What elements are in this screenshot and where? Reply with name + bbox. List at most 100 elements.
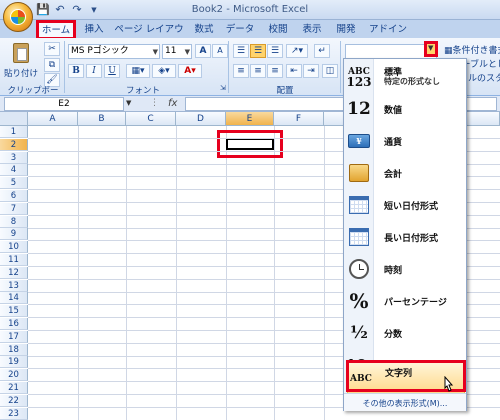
tab-review[interactable]: 校閲 <box>264 22 292 38</box>
tab-page-layout[interactable]: ページ レイアウト <box>112 22 186 51</box>
menu-item-general[interactable]: ABC 123 標準 特定の形式なし <box>344 61 466 93</box>
merge-cells-icon[interactable]: ◫ <box>322 64 338 78</box>
grow-font-button[interactable]: A <box>195 44 211 58</box>
fill-color-icon[interactable]: ◈▾ <box>152 64 176 78</box>
font-size-combo[interactable]: 11 ▼ <box>162 44 192 59</box>
row-header[interactable]: 21 <box>0 382 28 394</box>
dialog-launcher-icon[interactable]: ⇲ <box>220 84 226 92</box>
chevron-down-icon[interactable]: ▼ <box>126 99 131 107</box>
border-icon[interactable]: ▦▾ <box>126 64 150 78</box>
accounting-icon <box>346 159 372 187</box>
name-box-value: E2 <box>58 99 70 109</box>
name-box-splitter[interactable]: ⋮ <box>150 98 159 108</box>
align-top-icon[interactable]: ☰ <box>233 44 249 58</box>
row-header[interactable]: 5 <box>0 177 28 190</box>
font-name-value: MS Pゴシック <box>71 46 129 56</box>
row-header[interactable]: 3 <box>0 151 28 164</box>
bold-button[interactable]: B <box>68 64 84 78</box>
tab-data[interactable]: データ <box>222 22 258 38</box>
group-divider <box>228 41 229 93</box>
grid-line <box>324 126 325 420</box>
tab-addins[interactable]: アドイン <box>366 22 410 38</box>
tab-developer[interactable]: 開発 <box>332 22 360 38</box>
menu-item-percentage[interactable]: % パーセンテージ <box>344 285 466 317</box>
row-header[interactable]: 1 <box>0 126 28 138</box>
italic-button[interactable]: I <box>86 64 102 78</box>
row-header[interactable]: 16 <box>0 318 28 330</box>
align-left-icon[interactable]: ≡ <box>233 64 249 78</box>
name-box[interactable]: E2 <box>4 97 124 111</box>
font-size-value: 11 <box>165 46 177 56</box>
tab-view[interactable]: 表示 <box>298 22 326 38</box>
row-header[interactable]: 23 <box>0 407 28 420</box>
row-header[interactable]: 7 <box>0 202 28 215</box>
row-header[interactable]: 13 <box>0 279 28 292</box>
row-header[interactable]: 19 <box>0 356 28 369</box>
shrink-font-button[interactable]: A <box>212 44 228 58</box>
wrap-text-icon[interactable]: ↵ <box>314 44 330 58</box>
menu-item-label: 短い日付形式 <box>384 202 439 212</box>
number-format-dropdown-button[interactable]: ▼ <box>424 41 438 57</box>
menu-item-label: 数値 <box>384 106 403 116</box>
office-button[interactable] <box>3 2 33 32</box>
align-center-icon[interactable]: ≡ <box>250 64 266 78</box>
align-middle-icon[interactable]: ☰ <box>250 44 266 58</box>
menu-item-fraction[interactable]: ½ 分数 <box>344 317 466 349</box>
more-number-formats[interactable]: その他の表示形式(M)... <box>344 393 466 411</box>
decrease-indent-icon[interactable]: ⇤ <box>286 64 302 78</box>
menu-item-label: パーセンテージ <box>384 298 447 308</box>
paste-label: 貼り付け <box>4 69 39 79</box>
row-header[interactable]: 2 <box>0 138 28 151</box>
menu-item-currency[interactable]: ¥ 通貨 <box>344 125 466 157</box>
tab-insert[interactable]: 挿入 <box>80 22 108 38</box>
column-header[interactable]: B <box>78 112 126 126</box>
menu-item-time[interactable]: 時刻 <box>344 253 466 285</box>
row-header[interactable]: 20 <box>0 369 28 382</box>
underline-button[interactable]: U <box>104 64 120 78</box>
fraction-icon: ½ <box>350 323 368 343</box>
column-header[interactable]: A <box>28 112 78 126</box>
tab-home[interactable]: ホーム <box>36 20 76 40</box>
increase-indent-icon[interactable]: ⇥ <box>303 64 319 78</box>
row-header[interactable]: 15 <box>0 305 28 318</box>
paste-button[interactable]: 貼り付け <box>4 41 40 81</box>
fx-icon[interactable]: fx <box>168 98 177 109</box>
row-header[interactable]: 9 <box>0 228 28 241</box>
row-header[interactable]: 14 <box>0 292 28 305</box>
menu-item-number[interactable]: 12 数値 <box>344 93 466 125</box>
conditional-format-button[interactable]: ▦条件付き書式 <box>444 43 500 56</box>
row-header[interactable]: 22 <box>0 394 28 407</box>
cell-styles-button[interactable]: ルのスタイル <box>468 71 500 84</box>
row-header[interactable]: 6 <box>0 190 28 202</box>
row-header[interactable]: 12 <box>0 266 28 279</box>
menu-item-label: 長い日付形式 <box>384 234 439 244</box>
percent-icon: % <box>349 289 369 313</box>
font-name-combo[interactable]: MS Pゴシック ▼ <box>68 44 160 59</box>
select-all-corner[interactable] <box>0 112 28 126</box>
column-header[interactable]: E <box>226 112 274 126</box>
align-bottom-icon[interactable]: ☰ <box>267 44 283 58</box>
menu-item-short-date[interactable]: 短い日付形式 <box>344 189 466 221</box>
row-header[interactable]: 18 <box>0 343 28 356</box>
row-header[interactable]: 11 <box>0 254 28 266</box>
column-header[interactable]: C <box>126 112 176 126</box>
cut-icon[interactable]: ✂ <box>44 42 60 56</box>
copy-icon[interactable]: ⧉ <box>44 58 60 72</box>
menu-item-accounting[interactable]: 会計 <box>344 157 466 189</box>
menu-item-label: 分数 <box>384 330 403 340</box>
general-format-icon: ABC 123 <box>346 67 372 89</box>
tab-formulas[interactable]: 数式 <box>190 22 218 38</box>
row-header[interactable]: 17 <box>0 330 28 343</box>
grid-line <box>78 126 79 420</box>
column-header[interactable]: F <box>274 112 324 126</box>
column-header[interactable]: D <box>176 112 226 126</box>
row-header[interactable]: 10 <box>0 241 28 254</box>
orientation-icon[interactable]: ↗▾ <box>286 44 308 58</box>
font-color-glyph: A <box>184 66 192 76</box>
menu-item-long-date[interactable]: 長い日付形式 <box>344 221 466 253</box>
row-header[interactable]: 4 <box>0 164 28 177</box>
font-color-button[interactable]: A▾ <box>178 64 202 78</box>
align-right-icon[interactable]: ≡ <box>267 64 283 78</box>
chevron-down-icon: ▼ <box>428 44 434 52</box>
row-header[interactable]: 8 <box>0 215 28 228</box>
